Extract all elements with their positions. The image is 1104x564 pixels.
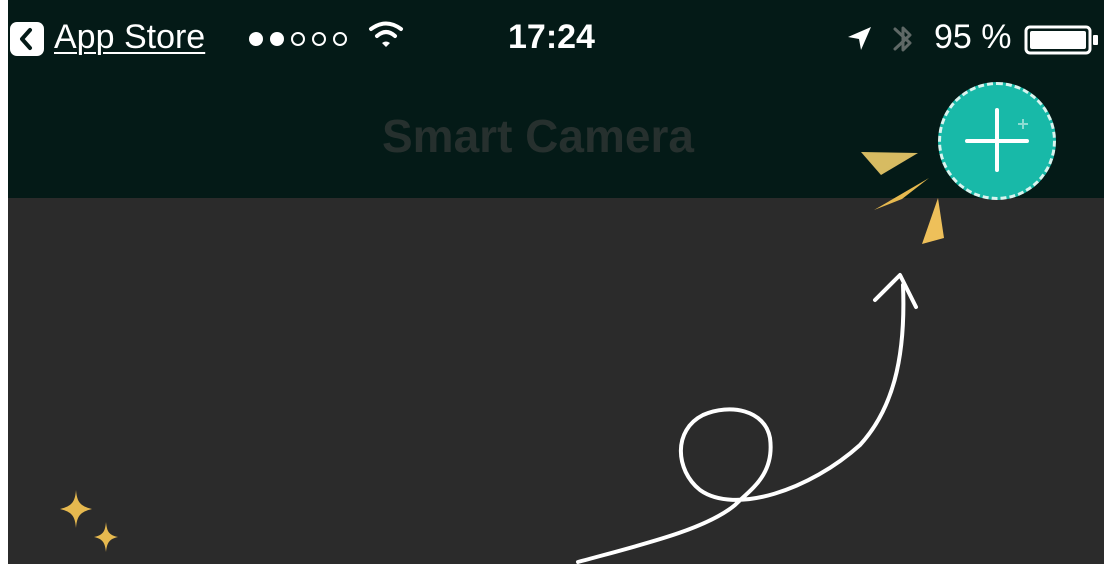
smart-camera-screen: App Store 17:24 95 % Smart Camera	[0, 0, 1104, 564]
wifi-icon	[369, 21, 403, 47]
sparkle-icon	[60, 490, 118, 552]
battery-icon	[1024, 25, 1098, 55]
plus-icon	[965, 108, 1029, 172]
burst-lines-icon	[861, 152, 944, 244]
page-title: Smart Camera	[382, 110, 694, 162]
add-camera-button[interactable]	[938, 82, 1056, 200]
back-to-app-store-link[interactable]: App Store	[54, 15, 205, 59]
battery-percentage: 95 %	[934, 18, 1012, 56]
curly-arrow-icon	[576, 273, 918, 564]
status-time: 17:24	[508, 18, 595, 56]
bluetooth-icon	[893, 26, 912, 52]
left-edge-gutter	[0, 0, 8, 564]
back-chevron-icon[interactable]	[10, 22, 44, 56]
signal-dots-icon	[249, 32, 347, 46]
location-arrow-icon	[848, 27, 871, 50]
ios-status-bar: App Store 17:24 95 %	[0, 0, 1104, 82]
